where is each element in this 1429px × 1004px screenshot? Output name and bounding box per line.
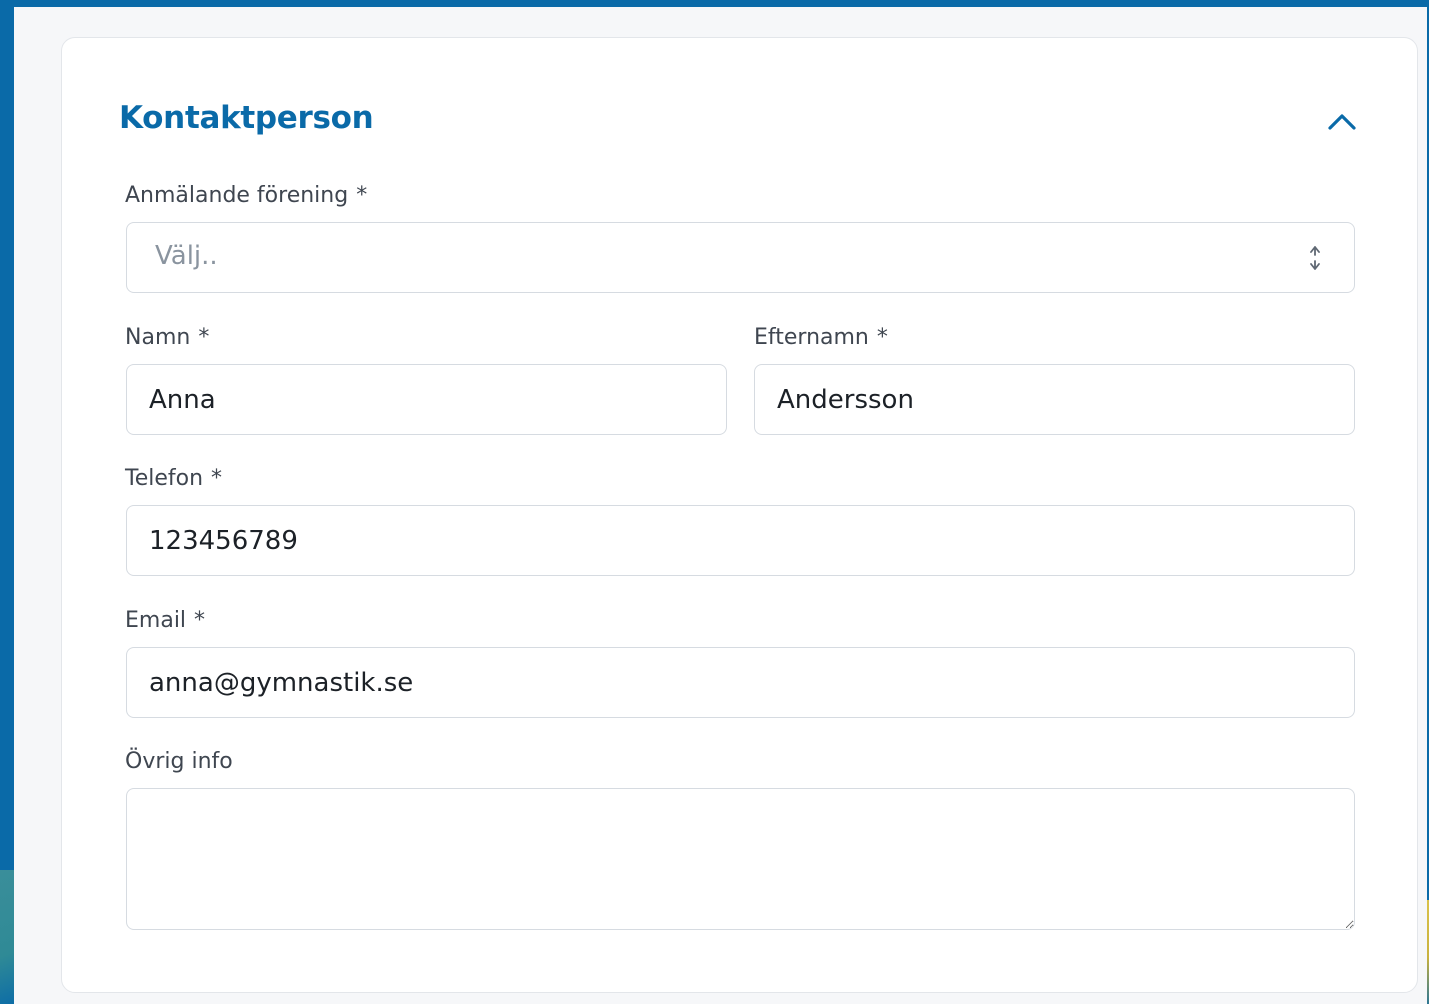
up-down-arrows-icon [1310,246,1320,270]
contact-person-card: Kontaktperson Anmälande förening * Välj..… [61,37,1418,993]
efternamn-label-text: Efternamn [754,325,869,350]
section-title: Kontaktperson [119,100,374,136]
chevron-up-icon [1328,114,1356,130]
email-input[interactable] [126,647,1355,718]
required-mark: * [211,466,223,491]
telefon-label-text: Telefon [125,466,204,491]
telefon-label: Telefon * [125,466,222,491]
ovrig-info-textarea[interactable] [126,788,1355,930]
efternamn-label: Efternamn * [754,325,888,350]
email-label-text: Email [125,608,187,633]
forening-label-text: Anmälande förening [125,183,349,208]
efternamn-input[interactable] [754,364,1355,435]
namn-label: Namn * [125,325,209,350]
required-mark: * [198,325,210,350]
forening-label: Anmälande förening * [125,183,367,208]
collapse-section-button[interactable] [1322,102,1362,142]
required-mark: * [356,183,368,208]
namn-label-text: Namn [125,325,191,350]
page-surface: Kontaktperson Anmälande förening * Välj..… [14,7,1427,1004]
forening-select[interactable]: Välj.. [126,222,1355,293]
ovrig-info-label-text: Övrig info [125,749,233,774]
forening-select-placeholder: Välj.. [155,241,218,271]
telefon-input[interactable] [126,505,1355,576]
email-label: Email * [125,608,205,633]
required-mark: * [194,608,206,633]
ovrig-info-label: Övrig info [125,749,233,774]
required-mark: * [876,325,888,350]
namn-input[interactable] [126,364,727,435]
